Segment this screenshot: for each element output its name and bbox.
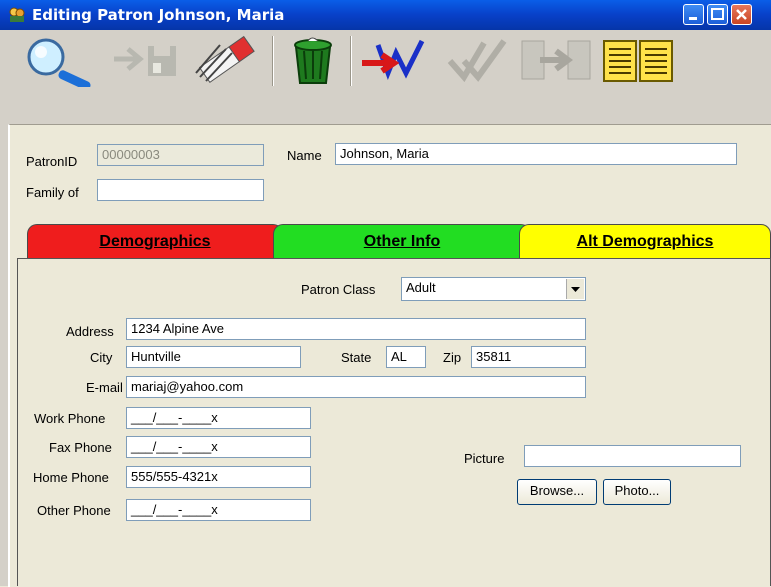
family-of-field[interactable] xyxy=(97,179,264,201)
fax-phone-label: Fax Phone xyxy=(49,440,112,455)
city-label: City xyxy=(90,350,113,365)
email-field[interactable]: mariaj@yahoo.com xyxy=(126,376,586,398)
state-field[interactable]: AL xyxy=(386,346,426,368)
zip-label: Zip xyxy=(443,350,462,365)
patron-class-value: Adult xyxy=(406,280,436,295)
tab-other-info[interactable]: Other Info xyxy=(273,224,531,260)
picture-field[interactable] xyxy=(524,445,741,467)
tab-demographics-label: Demographics xyxy=(99,233,211,250)
tab-alt-demographics-label: Alt Demographics xyxy=(576,233,714,250)
home-phone-label: Home Phone xyxy=(33,470,109,485)
tab-strip: Demographics Other Info Alt Demographics xyxy=(17,224,771,260)
report-icon[interactable] xyxy=(598,33,680,87)
tab-alt-demographics[interactable]: Alt Demographics xyxy=(519,224,771,260)
other-phone-label: Other Phone xyxy=(37,503,111,518)
maximize-button[interactable] xyxy=(707,4,728,25)
city-field[interactable]: Huntville xyxy=(126,346,301,368)
tab-other-info-label: Other Info xyxy=(363,233,441,250)
close-button[interactable] xyxy=(731,4,752,25)
fax-phone-field[interactable]: ___/___-____x xyxy=(126,436,311,458)
patron-id-label: PatronID xyxy=(26,154,78,169)
return-icon[interactable] xyxy=(358,33,430,87)
email-label: E-mail xyxy=(86,380,123,395)
toolbar-separator xyxy=(350,36,352,86)
minimize-icon xyxy=(689,17,697,20)
minimize-button[interactable] xyxy=(683,4,704,25)
title-bar[interactable]: Editing Patron Johnson, Maria xyxy=(0,0,771,30)
work-phone-field[interactable]: ___/___-____x xyxy=(126,407,311,429)
home-phone-field[interactable]: 555/555-4321x xyxy=(126,466,311,488)
address-field[interactable]: 1234 Alpine Ave xyxy=(126,318,586,340)
check-icon xyxy=(447,39,507,83)
work-phone-label: Work Phone xyxy=(34,411,106,426)
patron-class-label: Patron Class xyxy=(301,282,376,297)
address-label: Address xyxy=(66,324,114,339)
search-icon[interactable] xyxy=(14,33,104,87)
trash-icon[interactable] xyxy=(282,33,344,87)
patron-app-icon xyxy=(9,7,25,22)
toolbar-separator xyxy=(272,36,274,86)
save-exit-icon[interactable] xyxy=(108,33,188,87)
erase-icon[interactable] xyxy=(190,33,262,87)
close-icon xyxy=(736,9,747,20)
zip-field[interactable]: 35811 xyxy=(471,346,586,368)
photo-button[interactable]: Photo... xyxy=(603,479,671,505)
name-label: Name xyxy=(287,148,322,163)
maximize-icon xyxy=(711,8,724,20)
name-field[interactable]: Johnson, Maria xyxy=(335,143,737,165)
transfer-icon xyxy=(521,40,591,80)
patron-edit-window: Editing Patron Johnson, Maria PatronID 0… xyxy=(0,0,771,587)
chevron-down-icon[interactable] xyxy=(566,279,584,299)
picture-label: Picture xyxy=(464,451,505,466)
other-phone-field[interactable]: ___/___-____x xyxy=(126,499,311,521)
browse-button[interactable]: Browse... xyxy=(517,479,597,505)
patron-class-select[interactable]: Adult xyxy=(401,277,586,301)
family-of-label: Family of xyxy=(26,185,79,200)
state-label: State xyxy=(341,350,372,365)
window-title: Editing Patron Johnson, Maria xyxy=(32,6,285,24)
tab-demographics[interactable]: Demographics xyxy=(27,224,283,260)
patron-id-field: 00000003 xyxy=(97,144,264,166)
